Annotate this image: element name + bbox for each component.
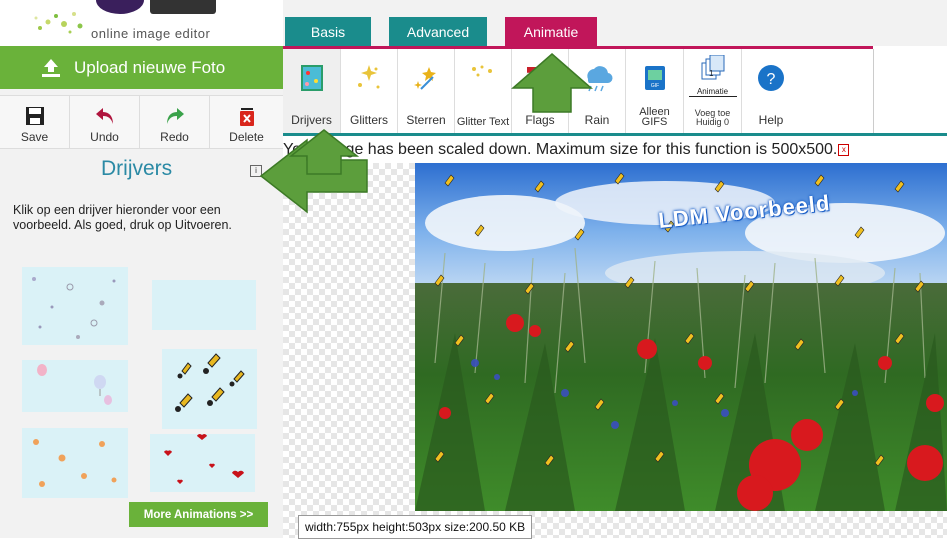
help-label: Help bbox=[758, 113, 784, 127]
tab-advanced[interactable]: Advanced bbox=[389, 17, 487, 46]
redo-button[interactable]: Redo bbox=[140, 96, 210, 148]
floater-thumb-plain[interactable] bbox=[152, 280, 256, 330]
glitter-text-label: Glitter Text bbox=[456, 116, 510, 128]
upload-label: Upload nieuwe Foto bbox=[74, 57, 226, 77]
rain-label: Rain bbox=[584, 113, 610, 127]
tool-help[interactable]: ? Help bbox=[742, 49, 800, 133]
floater-thumb-hearts[interactable] bbox=[150, 434, 255, 492]
animatie-icon-label: Animatie bbox=[688, 87, 737, 97]
svg-text:GIF: GIF bbox=[650, 83, 658, 89]
frames-icon: 1 bbox=[701, 55, 724, 80]
panel-title: Drijvers bbox=[101, 157, 173, 180]
more-animations-button[interactable]: More Animations >> bbox=[129, 502, 268, 527]
arrow-up-small-annotation bbox=[289, 129, 359, 175]
redo-label: Redo bbox=[160, 130, 189, 144]
svg-text:?: ? bbox=[767, 71, 776, 88]
scaled-notice: Your image has been scaled down. Maximum… bbox=[283, 133, 947, 163]
close-icon[interactable]: x bbox=[838, 143, 850, 156]
hearts-preview bbox=[164, 434, 244, 484]
save-button[interactable]: Save bbox=[0, 96, 70, 148]
glitters-label: Glitters bbox=[349, 113, 388, 127]
drijvers-icon bbox=[300, 65, 323, 91]
tool-glitter-text[interactable]: Glitter Text bbox=[455, 49, 512, 133]
floater-thumb-bubbles[interactable] bbox=[22, 267, 128, 345]
tab-bar: Basis Advanced Animatie bbox=[283, 0, 947, 46]
alleen-gifs-label: Alleen GIFS bbox=[639, 106, 670, 128]
floater-thumb-balloons[interactable] bbox=[22, 360, 128, 412]
logo-mark-icon bbox=[96, 0, 144, 14]
leaves-preview bbox=[33, 439, 117, 487]
redo-icon bbox=[166, 108, 184, 124]
panel-header: Drijvers i bbox=[0, 155, 283, 185]
bubbles-preview bbox=[32, 277, 116, 339]
tab-animatie[interactable]: Animatie bbox=[505, 17, 597, 46]
arrow-up-annotation bbox=[511, 53, 593, 113]
sterren-icon bbox=[414, 67, 436, 90]
help-icon: ? bbox=[758, 65, 784, 91]
glitters-icon bbox=[358, 65, 380, 89]
balloons-preview bbox=[37, 364, 112, 405]
glitter-text-icon bbox=[472, 65, 492, 77]
logo-tagline: online image editor bbox=[91, 26, 211, 41]
save-label: Save bbox=[20, 130, 49, 144]
upload-button[interactable]: Upload nieuwe Foto bbox=[0, 46, 283, 89]
edit-toolbar: Save Undo Redo Delete bbox=[0, 95, 283, 149]
gif-icon: GIF bbox=[644, 66, 665, 90]
floater-thumb-leaves[interactable] bbox=[22, 428, 128, 498]
logo-text-mark bbox=[150, 0, 216, 14]
undo-button[interactable]: Undo bbox=[70, 96, 140, 148]
tool-glitters[interactable]: Glitters bbox=[341, 49, 398, 133]
tool-animatie-frames[interactable]: 1 Animatie Voeg toe Huidig 0 bbox=[684, 49, 742, 133]
left-panel: online image editor Upload nieuwe Foto S… bbox=[0, 0, 283, 538]
notes-preview bbox=[175, 353, 245, 412]
sterren-label: Sterren bbox=[406, 113, 446, 127]
tool-sterren[interactable]: Sterren bbox=[398, 49, 455, 133]
image-dimensions: width:755px height:503px size:200.50 KB bbox=[298, 515, 533, 539]
logo-dots-icon bbox=[34, 12, 83, 34]
tab-basis[interactable]: Basis bbox=[285, 17, 371, 46]
drijvers-label: Drijvers bbox=[291, 113, 332, 127]
logo: online image editor bbox=[0, 0, 283, 46]
flags-label: Flags bbox=[525, 113, 555, 127]
tool-alleen-gifs[interactable]: GIF Alleen GIFS bbox=[626, 49, 684, 133]
svg-text:1: 1 bbox=[709, 69, 714, 78]
save-icon bbox=[25, 107, 44, 125]
voeg-toe-label: Voeg toe Huidig 0 bbox=[694, 108, 731, 127]
delete-icon bbox=[239, 108, 254, 126]
floater-thumb-notes[interactable] bbox=[162, 349, 257, 429]
tool-drijvers[interactable]: Drijvers bbox=[283, 49, 341, 133]
panel-description: Klik op een drijver hieronder voor een v… bbox=[13, 203, 232, 232]
undo-icon bbox=[95, 108, 113, 124]
undo-label: Undo bbox=[90, 130, 119, 144]
upload-icon bbox=[42, 58, 60, 77]
